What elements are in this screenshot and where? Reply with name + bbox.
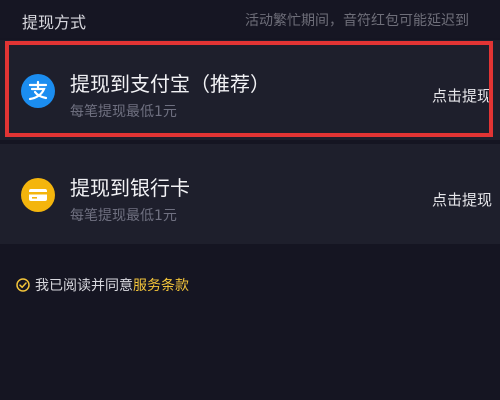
section-title: 提现方式 <box>22 13 87 32</box>
busy-notice: 活动繁忙期间，音符红包可能延迟到 <box>245 13 469 29</box>
alipay-icon <box>21 74 55 108</box>
alipay-min-amount: 每笔提现最低1元 <box>70 104 177 120</box>
bank-title: 提现到银行卡 <box>70 176 190 200</box>
bank-card-icon <box>21 178 55 212</box>
alipay-title: 提现到支付宝（推荐） <box>70 72 270 96</box>
terms-link[interactable]: 服务条款 <box>133 275 189 295</box>
withdraw-bank-option[interactable]: 提现到银行卡 每笔提现最低1元 点击提现 <box>0 144 500 244</box>
section-header: 提现方式 活动繁忙期间，音符红包可能延迟到 <box>0 0 500 38</box>
bank-min-amount: 每笔提现最低1元 <box>70 208 177 224</box>
agreement-row[interactable]: 我已阅读并同意 服务条款 <box>16 275 189 295</box>
agreement-text: 我已阅读并同意 <box>35 278 133 294</box>
bank-withdraw-button[interactable]: 点击提现 <box>432 189 492 210</box>
check-circle-icon[interactable] <box>16 278 30 292</box>
withdraw-alipay-option[interactable]: 提现到支付宝（推荐） 每笔提现最低1元 点击提现 <box>0 40 500 140</box>
alipay-withdraw-button[interactable]: 点击提现 <box>432 85 492 106</box>
